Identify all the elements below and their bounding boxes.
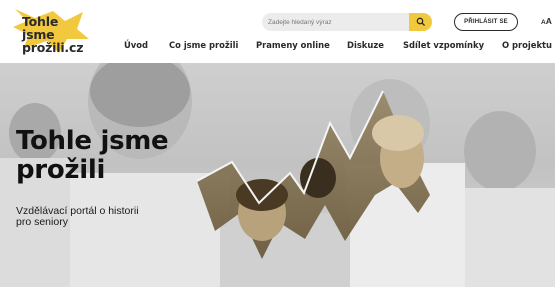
font-size-large: A [545,16,552,26]
login-button[interactable]: PŘIHLÁSIT SE [454,13,518,31]
nav-item-co-jsme-prozili[interactable]: Co jsme prožili [169,40,238,50]
nav-item-diskuze[interactable]: Diskuze [347,40,384,50]
hero-banner: Tohle jsme prožili Vzdělávací portál o h… [0,63,555,287]
nav-item-sdilet-vzpominky[interactable]: Sdílet vzpomínky [403,40,484,50]
search-input[interactable] [262,13,407,31]
main-nav: Úvod Co jsme prožili Prameny online Disk… [0,40,555,56]
search-icon [416,17,426,27]
nav-item-uvod[interactable]: Úvod [124,40,148,50]
site-header: Tohle jsme prožili.cz PŘIHLÁSIT SE AA Úv… [0,0,555,62]
font-size-toggle[interactable]: AA [541,16,552,26]
nav-item-o-projektu[interactable]: O projektu [502,40,552,50]
hero-title: Tohle jsme prožili [16,126,169,185]
logo-line1: Tohle jsme [22,14,59,42]
nav-item-prameny-online[interactable]: Prameny online [256,40,330,50]
search-bar [262,13,432,31]
search-button[interactable] [409,13,432,31]
hero-subtitle: Vzdělávací portál o historii pro seniory [16,205,139,228]
